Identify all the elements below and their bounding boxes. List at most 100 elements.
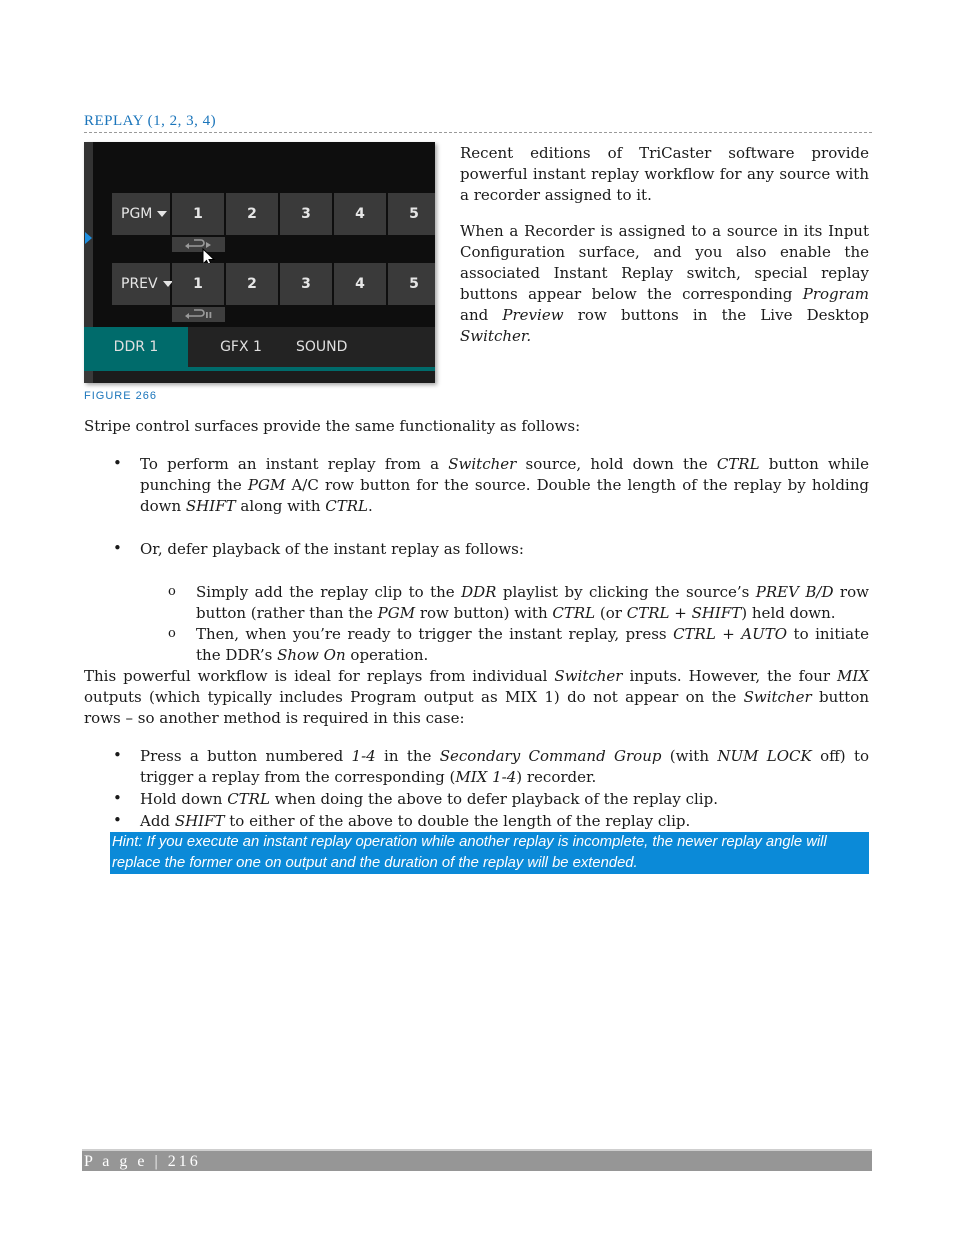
- prev-row-label-button[interactable]: PREV: [112, 263, 173, 305]
- pgm-button-3[interactable]: 3: [280, 193, 332, 235]
- section-heading: REPLAY (1, 2, 3, 4): [84, 113, 217, 129]
- pgm-label: PGM: [121, 206, 153, 222]
- text: to either of the above to double the len…: [224, 812, 691, 830]
- prev-button-2[interactable]: 2: [226, 263, 278, 305]
- text: MIX: [837, 667, 869, 685]
- text: playlist by clicking the source’s: [496, 583, 756, 601]
- text: (with: [661, 747, 718, 765]
- tab-gfx1[interactable]: GFX 1: [188, 327, 294, 367]
- text: inputs. However, the four: [622, 667, 838, 685]
- text: row button) with: [415, 604, 553, 622]
- bullet-icon: •: [113, 811, 122, 829]
- intro-paragraph-1: Recent editions of TriCaster software pr…: [460, 144, 869, 204]
- text: when doing the above to defer playback o…: [269, 790, 718, 808]
- tab-ddr1[interactable]: DDR 1: [84, 327, 188, 367]
- text: CTRL + SHIFT: [626, 604, 742, 622]
- text: along with: [235, 497, 326, 515]
- text: operation.: [345, 646, 429, 664]
- tab-bar: DDR 1 GFX 1 SOUND: [84, 327, 435, 371]
- text: SHIFT: [185, 497, 236, 515]
- intro-paragraph-2: When a Recorder is assigned to a source …: [460, 221, 869, 347]
- text: DDR: [461, 583, 497, 601]
- text-preview: Preview: [502, 306, 564, 324]
- figure-bottom-strip: [84, 371, 435, 383]
- text: row buttons in the Live Desktop: [563, 306, 870, 324]
- page-number: P a g e | 216: [84, 1153, 201, 1170]
- prev-button-5[interactable]: 5: [388, 263, 435, 305]
- text: Switcher: [448, 455, 517, 473]
- prev-button-4[interactable]: 4: [334, 263, 386, 305]
- bullet-icon: •: [113, 789, 122, 807]
- text: CTRL: [227, 790, 270, 808]
- text: Secondary Command Group: [439, 747, 662, 765]
- mix-bullet-2: Hold down CTRL when doing the above to d…: [140, 789, 869, 810]
- pgm-row: PGM 1 2 3 4 5: [112, 193, 435, 235]
- text: This powerful workflow is ideal for repl…: [84, 667, 555, 685]
- pgm-instant-replay-button[interactable]: [172, 237, 225, 252]
- text: CTRL + AUTO: [673, 625, 788, 643]
- tab-sound[interactable]: SOUND: [294, 327, 400, 367]
- text: Simply add the replay clip to the: [196, 583, 462, 601]
- text: PREV B/D: [755, 583, 834, 601]
- text: CTRL: [552, 604, 596, 622]
- text-switcher: Switcher.: [460, 327, 532, 345]
- text: CTRL: [716, 455, 760, 473]
- text: Add: [140, 812, 175, 830]
- row-marker-icon: [85, 232, 92, 244]
- pgm-button-5[interactable]: 5: [388, 193, 435, 235]
- text: and: [460, 306, 503, 324]
- document-page: REPLAY (1, 2, 3, 4) PGM 1 2 3 4 5 PREV 1…: [0, 0, 954, 1235]
- sub-bullet-icon: o: [168, 584, 176, 599]
- text: Switcher: [554, 667, 623, 685]
- mix-paragraph: This powerful workflow is ideal for repl…: [84, 666, 869, 729]
- intro-text: Recent editions of TriCaster software pr…: [460, 143, 869, 362]
- text: Hold down: [140, 790, 228, 808]
- text: Show On: [277, 646, 346, 664]
- stripe-bullet-2: Or, defer playback of the instant replay…: [140, 540, 524, 558]
- text: Press a button numbered: [140, 747, 352, 765]
- prev-button-3[interactable]: 3: [280, 263, 332, 305]
- pgm-button-2[interactable]: 2: [226, 193, 278, 235]
- figure-switcher-screenshot: PGM 1 2 3 4 5 PREV 1 2 3 4 5 DDR 1 GFX 1…: [84, 142, 435, 383]
- text: ) recorder.: [516, 768, 597, 786]
- text: NUM LOCK: [717, 747, 812, 765]
- text: source, hold down the: [516, 455, 717, 473]
- mix-bullet-3: Add SHIFT to either of the above to doub…: [140, 811, 869, 832]
- text: outputs (which typically includes Progra…: [84, 688, 744, 706]
- prev-label: PREV: [121, 276, 158, 292]
- hint-callout: Hint: If you execute an instant replay o…: [110, 832, 869, 874]
- bullet-icon: •: [113, 454, 122, 472]
- text: PGM: [247, 476, 286, 494]
- text: (or: [595, 604, 627, 622]
- bullet-icon: •: [113, 746, 122, 764]
- text: To perform an instant replay from a: [140, 455, 449, 473]
- stripe-sub-bullet-1: Simply add the replay clip to the DDR pl…: [196, 582, 869, 624]
- text: SHIFT: [174, 812, 225, 830]
- text-program: Program: [802, 285, 869, 303]
- pgm-button-1[interactable]: 1: [172, 193, 224, 235]
- stripe-sub-bullet-2: Then, when you’re ready to trigger the i…: [196, 624, 869, 666]
- text: in the: [375, 747, 440, 765]
- dropdown-caret-icon: [157, 211, 168, 217]
- prev-button-1[interactable]: 1: [172, 263, 224, 305]
- stripe-lead: Stripe control surfaces provide the same…: [84, 417, 581, 435]
- text: ) held down.: [741, 604, 836, 622]
- stripe-bullet-1: To perform an instant replay from a Swit…: [140, 454, 869, 517]
- text: Switcher: [743, 688, 812, 706]
- text: Then, when you’re ready to trigger the i…: [196, 625, 674, 643]
- text: PGM: [377, 604, 416, 622]
- text: CTRL: [325, 497, 369, 515]
- page-footer: P a g e | 216: [82, 1149, 872, 1171]
- mix-bullet-1: Press a button numbered 1-4 in the Secon…: [140, 746, 869, 788]
- text: .: [368, 497, 373, 515]
- figure-caption: FIGURE 266: [84, 390, 157, 402]
- figure-bottom-left-strip: [84, 371, 93, 383]
- prev-row: PREV 1 2 3 4 5: [112, 263, 435, 305]
- sub-bullet-icon: o: [168, 626, 176, 641]
- pgm-row-label-button[interactable]: PGM: [112, 193, 170, 235]
- section-divider: [84, 132, 872, 133]
- prev-instant-replay-button[interactable]: [172, 307, 225, 322]
- replay-pause-icon: [184, 309, 211, 319]
- text: 1-4: [351, 747, 376, 765]
- pgm-button-4[interactable]: 4: [334, 193, 386, 235]
